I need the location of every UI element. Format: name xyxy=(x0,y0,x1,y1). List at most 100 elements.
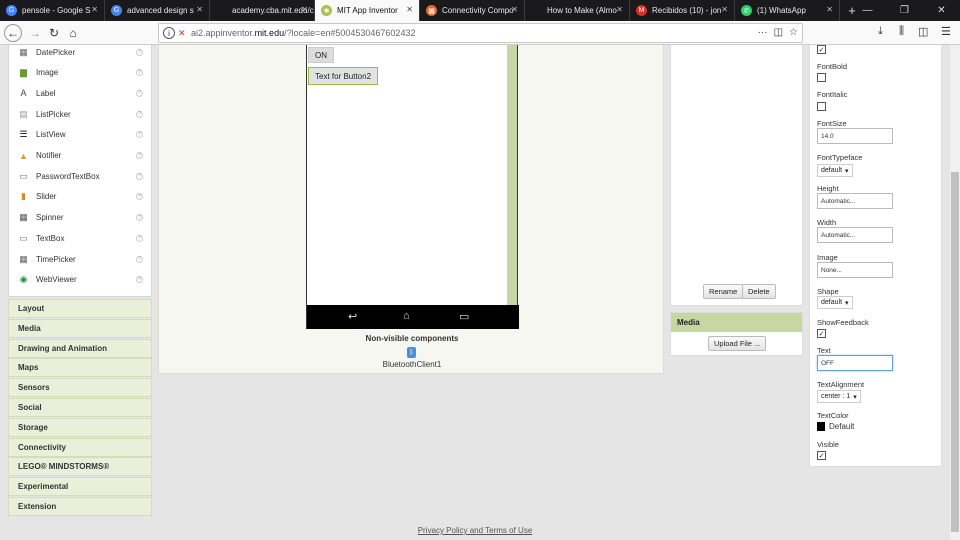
palette-category[interactable]: Connectivity xyxy=(8,437,152,457)
palette-item[interactable]: ▤ ListPicker? xyxy=(9,104,152,124)
restore-button[interactable]: ❐ xyxy=(886,0,923,21)
help-icon[interactable]: ? xyxy=(136,48,143,56)
close-tab-icon[interactable]: ✕ xyxy=(511,5,518,14)
image-input[interactable]: None... xyxy=(817,262,893,278)
button2[interactable]: Text for Button2 xyxy=(308,67,379,85)
insecure-lock-icon[interactable]: ✕ xyxy=(178,28,186,39)
help-icon[interactable]: ? xyxy=(136,152,143,159)
delete-button[interactable]: Delete xyxy=(742,284,776,299)
home-icon[interactable]: ⌂ xyxy=(64,24,82,42)
rename-button[interactable]: Rename xyxy=(703,284,744,299)
width-input[interactable]: Automatic... xyxy=(817,227,893,243)
palette-item-label: TimePicker xyxy=(36,254,76,264)
palette-category[interactable]: Extension xyxy=(8,496,152,516)
visible-checkbox[interactable]: ✓ xyxy=(817,451,826,460)
palette-category[interactable]: Maps xyxy=(8,358,152,378)
help-icon[interactable]: ? xyxy=(136,193,143,201)
palette-category[interactable]: Drawing and Animation xyxy=(8,338,152,358)
browser-tab[interactable]: How to Make (Almo ✕ xyxy=(525,0,630,21)
minimize-button[interactable]: — xyxy=(849,0,886,21)
palette-item[interactable]: ▆ Image? xyxy=(9,63,152,83)
fontitalic-checkbox[interactable] xyxy=(817,102,826,111)
textcolor-swatch[interactable] xyxy=(817,422,825,431)
browser-tab[interactable]: ✱ MIT App Inventor ✕ xyxy=(315,0,420,21)
back-arrow-icon[interactable]: ← xyxy=(4,24,22,42)
palette-item[interactable]: ▭ TextBox? xyxy=(9,228,152,248)
palette-item[interactable]: A Label? xyxy=(9,83,152,103)
textcolor-value[interactable]: Default xyxy=(829,422,854,431)
button-on[interactable]: ON xyxy=(308,47,334,63)
textalignment-value: center : 1 xyxy=(821,393,851,400)
browser-tab[interactable]: M Recibidos (10) - jon ✕ xyxy=(630,0,735,21)
close-tab-icon[interactable]: ✕ xyxy=(91,5,98,14)
menu-icon[interactable]: ☰ xyxy=(941,25,951,38)
browser-tab[interactable]: ▦ Connectivity Compo ✕ xyxy=(420,0,525,21)
page-actions-icon[interactable]: ··· xyxy=(758,27,768,38)
close-tab-icon[interactable]: ✕ xyxy=(196,5,203,14)
browser-tab[interactable]: Gpensole - Google S ✕ xyxy=(0,0,105,21)
library-icon[interactable]: ⫼ xyxy=(899,25,904,38)
palette-item[interactable]: ☰ ListView? xyxy=(9,125,152,145)
info-icon[interactable]: i xyxy=(163,27,175,39)
palette-category[interactable]: Storage xyxy=(8,417,152,437)
close-tab-icon[interactable]: ✕ xyxy=(406,5,413,14)
close-tab-icon[interactable]: ✕ xyxy=(301,5,308,14)
help-icon[interactable]: ? xyxy=(136,255,143,263)
sidebar-icon[interactable]: ◫ xyxy=(918,25,928,38)
palette-item-label: PasswordTextBox xyxy=(36,171,100,181)
bookmark-star-icon[interactable]: ☆ xyxy=(789,27,798,38)
shape-select[interactable]: default ▾ xyxy=(817,296,853,309)
help-icon[interactable]: ? xyxy=(136,131,143,139)
privacy-policy-link[interactable]: Privacy Policy and Terms of Use xyxy=(0,526,950,535)
help-icon[interactable]: ? xyxy=(136,234,143,242)
palette-category[interactable]: Experimental xyxy=(8,477,152,497)
close-tab-icon[interactable]: ✕ xyxy=(616,5,623,14)
fonttypeface-select[interactable]: default ▾ xyxy=(817,164,853,177)
address-bar[interactable]: i ✕ ai2.appinventor.mit.edu/?locale=en#5… xyxy=(158,23,803,43)
palette-item[interactable]: ▦ Spinner? xyxy=(9,208,152,228)
palette-item[interactable]: ▭ PasswordTextBox? xyxy=(9,166,152,186)
help-icon[interactable]: ? xyxy=(136,69,143,77)
browser-tab[interactable]: Gadvanced design s ✕ xyxy=(105,0,210,21)
help-icon[interactable]: ? xyxy=(136,214,143,222)
height-input[interactable]: Automatic... xyxy=(817,193,893,209)
palette-item[interactable]: ▦ DatePicker? xyxy=(9,42,152,62)
textalignment-select[interactable]: center : 1 ▾ xyxy=(817,390,861,403)
palette-category[interactable]: LEGO® MINDSTORMS® xyxy=(8,457,152,477)
palette-category[interactable]: Sensors xyxy=(8,378,152,398)
close-tab-icon[interactable]: ✕ xyxy=(721,5,728,14)
upload-file-button[interactable]: Upload File ... xyxy=(708,336,767,351)
text-input[interactable]: OFF xyxy=(817,355,893,371)
page-scrollbar[interactable] xyxy=(950,45,960,540)
forward-arrow-icon[interactable]: → xyxy=(26,24,44,42)
tab-title: MIT App Inventor xyxy=(337,6,398,15)
pocket-icon[interactable]: ◫ xyxy=(774,27,783,38)
previous-property-checkbox[interactable]: ✓ xyxy=(817,45,826,54)
palette-category[interactable]: Layout xyxy=(8,299,152,318)
browser-tab[interactable]: academy.cba.mit.edu/cl ✕ xyxy=(210,0,315,21)
help-icon[interactable]: ? xyxy=(136,110,143,118)
download-icon[interactable]: ⤓ xyxy=(878,25,883,38)
date-picker-icon: ▦ xyxy=(19,46,28,57)
blank-page-icon xyxy=(216,5,227,16)
home-icon: ⌂ xyxy=(403,310,410,322)
help-icon[interactable]: ? xyxy=(136,276,143,284)
close-window-button[interactable]: ✕ xyxy=(923,0,960,21)
help-icon[interactable]: ? xyxy=(136,172,143,180)
scrollbar-thumb[interactable] xyxy=(951,172,959,532)
fontbold-checkbox[interactable] xyxy=(817,73,826,82)
reload-icon[interactable]: ↻ xyxy=(45,24,63,42)
palette-item[interactable]: ▲ Notifier? xyxy=(9,146,152,166)
browser-tab[interactable]: ✆ (1) WhatsApp ✕ xyxy=(735,0,840,21)
fontsize-input[interactable]: 14.0 xyxy=(817,128,893,144)
showfeedback-checkbox[interactable]: ✓ xyxy=(817,329,826,338)
palette-item[interactable]: ▦ TimePicker? xyxy=(9,249,152,269)
bluetooth-icon[interactable]: ᛒ xyxy=(407,347,416,358)
bluetooth-client-label[interactable]: BluetoothClient1 xyxy=(159,360,665,369)
palette-category[interactable]: Social xyxy=(8,397,152,417)
palette-category[interactable]: Media xyxy=(8,318,152,338)
close-tab-icon[interactable]: ✕ xyxy=(826,5,833,14)
palette-item[interactable]: ▮ Slider? xyxy=(9,187,152,207)
palette-item[interactable]: ◉ WebViewer? xyxy=(9,270,152,290)
help-icon[interactable]: ? xyxy=(136,89,143,97)
